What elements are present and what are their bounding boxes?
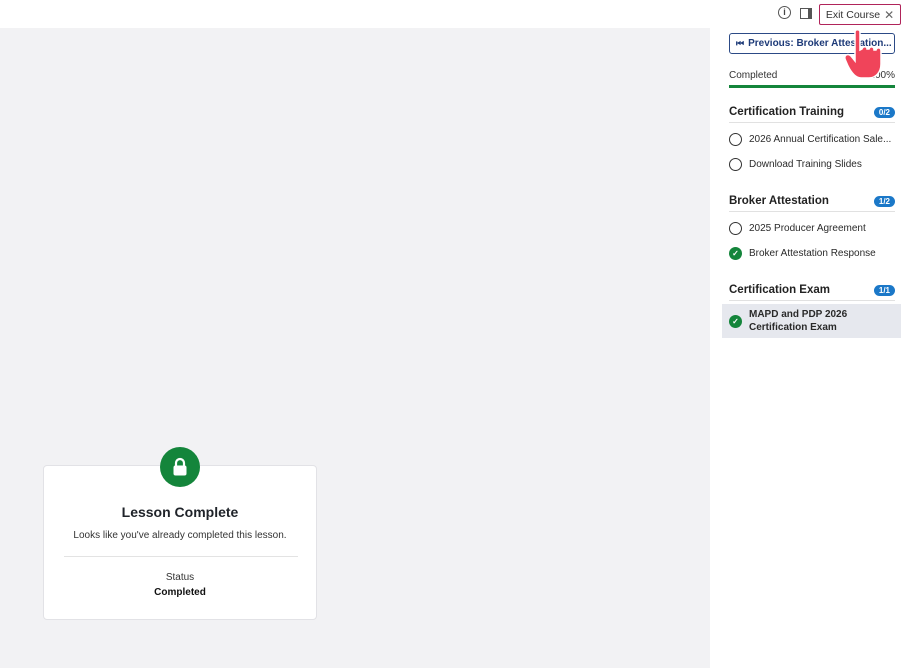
progress-bar [729,85,895,88]
lesson-item[interactable]: Download Training Slides [729,152,895,177]
section-title: Broker Attestation [729,195,829,207]
lesson-item[interactable]: ✓ Broker Attestation Response [729,241,895,266]
section-title: Certification Exam [729,284,830,296]
top-bar: i Exit Course ✕ [0,0,903,28]
incomplete-circle-icon [729,158,742,171]
exit-course-button[interactable]: Exit Course ✕ [819,4,901,25]
lesson-item-active[interactable]: ✓ MAPD and PDP 2026 Certification Exam [722,304,901,338]
lesson-label: Download Training Slides [749,159,862,170]
lesson-complete-card: Lesson Complete Looks like you've alread… [43,465,317,620]
status-value: Completed [154,587,206,598]
lesson-item[interactable]: 2026 Annual Certification Sale... [729,127,895,152]
progress-bar-fill [729,85,895,88]
section-broker-attestation: Broker Attestation 1/2 2025 Producer Agr… [729,191,895,266]
card-subtitle: Looks like you've already completed this… [73,530,287,541]
section-certification-exam: Certification Exam 1/1 ✓ MAPD and PDP 20… [722,280,901,338]
lock-icon [160,447,200,487]
progress-label: Completed [729,70,778,81]
close-icon: ✕ [884,7,895,22]
lesson-label: 2026 Annual Certification Sale... [749,134,892,145]
skip-back-icon: ⏮ [736,38,745,48]
incomplete-circle-icon [729,222,742,235]
lesson-label: Broker Attestation Response [749,248,876,259]
check-circle-icon: ✓ [729,247,742,260]
lesson-item[interactable]: 2025 Producer Agreement [729,216,895,241]
card-title: Lesson Complete [121,504,239,520]
check-circle-icon: ✓ [729,314,742,328]
section-progress-badge: 1/2 [873,195,895,207]
sidebar-toggle-icon[interactable] [800,8,812,19]
exit-course-label: Exit Course [825,8,881,21]
section-header[interactable]: Certification Exam 1/1 [729,280,895,301]
section-progress-badge: 0/2 [873,106,895,118]
status-label: Status [165,572,195,583]
section-header[interactable]: Certification Training 0/2 [729,102,895,123]
section-header[interactable]: Broker Attestation 1/2 [729,191,895,212]
section-certification-training: Certification Training 0/2 2026 Annual C… [729,102,895,177]
course-sidebar: ⏮ Previous: Broker Attestation... Comple… [710,28,903,668]
hand-pointer-icon [844,29,882,79]
section-title: Certification Training [729,106,845,118]
lesson-label: MAPD and PDP 2026 Certification Exam [749,309,848,333]
lesson-label: 2025 Producer Agreement [749,223,866,234]
section-progress-badge: 1/1 [873,284,895,296]
card-divider [64,556,298,557]
info-icon[interactable]: i [778,6,791,19]
incomplete-circle-icon [729,133,742,146]
